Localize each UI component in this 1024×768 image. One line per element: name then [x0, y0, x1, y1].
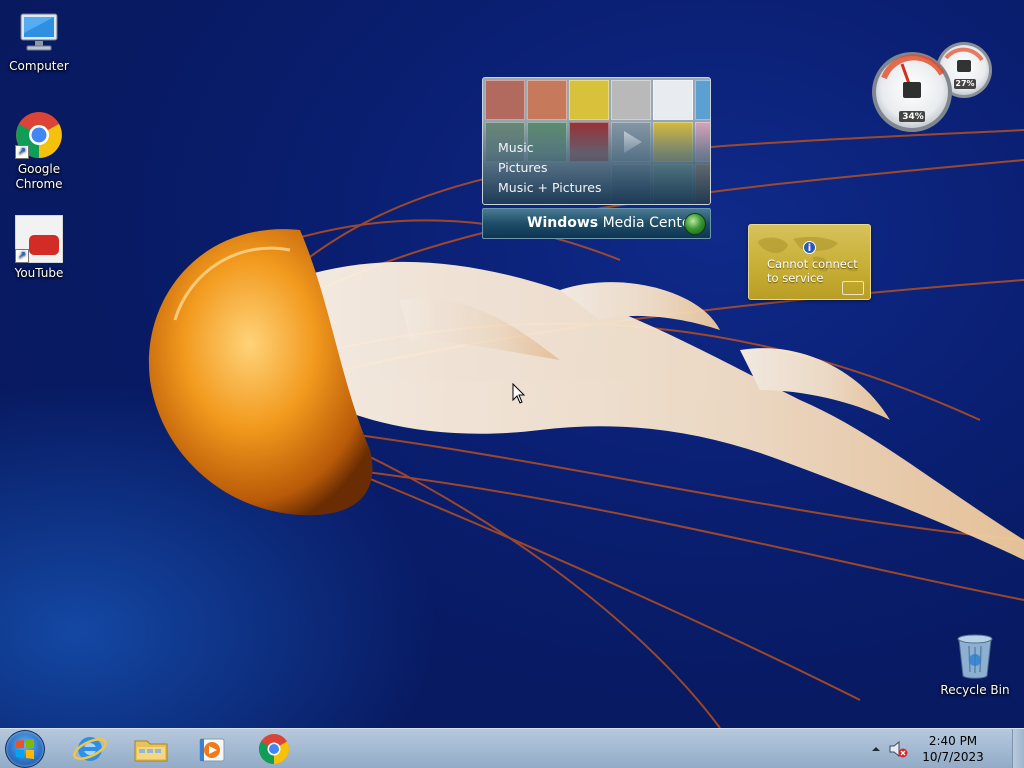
- shortcut-arrow-icon: ↗: [15, 145, 29, 159]
- show-hidden-icons-chevron-icon[interactable]: [870, 743, 882, 755]
- desktop-icon-recycle-bin[interactable]: Recycle Bin: [936, 632, 1014, 698]
- thumbnail-tile: [527, 80, 567, 120]
- feed-gadget[interactable]: i Cannot connect to service: [748, 224, 871, 300]
- brand-bold-text: Windows: [527, 215, 599, 231]
- start-button[interactable]: [5, 730, 45, 768]
- brand-rest-text: Media Center: [598, 215, 697, 231]
- thumbnail-tile: [611, 80, 651, 120]
- menu-item-music-pictures[interactable]: Music + Pictures: [498, 178, 602, 198]
- computer-icon: [15, 8, 63, 56]
- notification-area: 2:40 PM 10/7/2023: [870, 729, 1010, 768]
- file-explorer-icon: [134, 740, 168, 762]
- taskbar-chrome[interactable]: [246, 731, 302, 767]
- menu-item-music[interactable]: Music: [498, 138, 602, 158]
- media-center-thumbnails[interactable]: Music Pictures Music + Pictures: [482, 77, 711, 205]
- volume-muted-icon[interactable]: [888, 739, 908, 759]
- cpu-usage-label: 34%: [902, 112, 924, 122]
- internet-explorer-icon: [73, 737, 107, 761]
- desktop-icon-google-chrome[interactable]: ↗ Google Chrome: [0, 111, 78, 192]
- youtube-icon: ↗: [14, 214, 64, 264]
- chrome-icon: ↗: [15, 111, 63, 159]
- desktop-icon-youtube[interactable]: ↗ YouTube: [0, 214, 78, 281]
- chrome-icon: [258, 734, 290, 764]
- filmstrip-icon: [842, 281, 864, 295]
- desktop-icon-label: Google Chrome: [15, 162, 63, 191]
- show-desktop-button[interactable]: [1012, 729, 1024, 768]
- system-clock[interactable]: 2:40 PM 10/7/2023: [920, 733, 986, 765]
- media-player-icon: [199, 738, 225, 762]
- desktop-icon-label: Computer: [9, 59, 69, 73]
- desktop-icon-label: Recycle Bin: [940, 683, 1010, 697]
- taskbar-file-explorer[interactable]: [123, 731, 179, 767]
- desktop[interactable]: Computer ↗ Google Chrome ↗ YouTube Recyc…: [0, 0, 1024, 728]
- windows-orb-icon: [684, 213, 706, 235]
- media-center-menu: Music Pictures Music + Pictures: [498, 138, 602, 198]
- thumbnail-tile: [653, 80, 693, 120]
- recycle-bin-icon: [951, 632, 999, 680]
- thumbnail-tile: [695, 80, 710, 120]
- media-center-brand-bar[interactable]: Windows Media Center: [482, 208, 711, 239]
- shortcut-arrow-icon: ↗: [15, 249, 29, 263]
- taskbar-media-player[interactable]: [184, 731, 240, 767]
- cpu-meter-gadget[interactable]: 34% 27%: [872, 40, 996, 134]
- clock-time: 2:40 PM: [928, 734, 978, 748]
- menu-item-pictures[interactable]: Pictures: [498, 158, 602, 178]
- thumbnail-tile: [569, 80, 609, 120]
- media-center-gadget[interactable]: Music Pictures Music + Pictures Windows …: [482, 77, 711, 239]
- taskbar: 2:40 PM 10/7/2023: [0, 728, 1024, 768]
- taskbar-internet-explorer[interactable]: [62, 731, 118, 767]
- cpu-chip-icon: [903, 82, 921, 98]
- info-icon: i: [803, 241, 816, 254]
- desktop-icon-label: YouTube: [14, 266, 64, 280]
- desktop-icon-computer[interactable]: Computer: [0, 8, 78, 74]
- mouse-cursor-icon: [512, 383, 526, 404]
- windows-logo-icon: [16, 739, 34, 759]
- clock-date: 10/7/2023: [922, 750, 984, 764]
- memory-chip-icon: [957, 60, 971, 72]
- memory-usage-label: 27%: [955, 79, 975, 88]
- thumbnail-tile: [485, 80, 525, 120]
